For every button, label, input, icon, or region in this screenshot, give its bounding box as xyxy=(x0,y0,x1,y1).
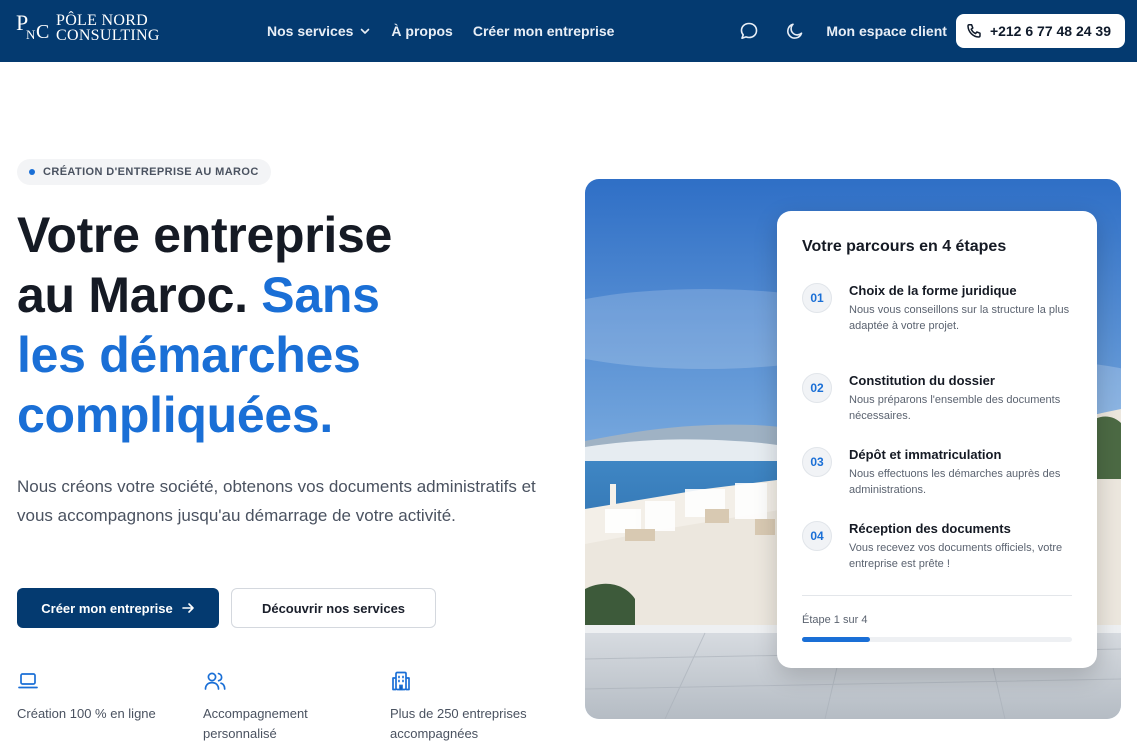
brand-name-line2: CONSULTING xyxy=(56,27,160,44)
hero-badge: CRÉATION D'ENTREPRISE AU MAROC xyxy=(17,159,271,185)
step-description: Vous recevez vos documents officiels, vo… xyxy=(849,542,1063,570)
nav-link-services[interactable]: Nos services xyxy=(267,23,371,39)
card-divider xyxy=(802,595,1072,596)
users-icon xyxy=(204,672,226,690)
hero-title: Votre entreprise au Maroc. Sans les déma… xyxy=(17,207,392,443)
client-area-link[interactable]: Mon espace client xyxy=(826,23,947,39)
moon-icon[interactable] xyxy=(784,20,806,42)
arrow-right-icon xyxy=(181,603,194,613)
steps-card: Votre parcours en 4 étapes 01 Choix de l… xyxy=(777,211,1097,668)
step-number: 04 xyxy=(802,521,832,551)
step-title: Dépôt et immatriculation xyxy=(849,447,1002,462)
logo-wordmark: PÔLE NORD CONSULTING xyxy=(56,12,160,44)
chevron-down-icon xyxy=(361,28,370,34)
step-description: Nous préparons l'ensemble des documents … xyxy=(849,394,1061,422)
step-description: Nous vous conseillons sur la structure l… xyxy=(849,304,1070,332)
main-menu: Nos services À propos Créer mon entrepri… xyxy=(267,0,614,62)
discover-services-button[interactable]: Découvrir nos services xyxy=(231,588,436,628)
progress-bar xyxy=(802,637,1072,642)
step-title: Réception des documents xyxy=(849,521,1011,536)
building-icon xyxy=(392,671,410,691)
feature-companies: Plus de 250 entreprises accompagnées xyxy=(390,668,570,744)
progress-label: Étape 1 sur 4 xyxy=(802,614,868,626)
step-number: 01 xyxy=(802,283,832,313)
step-number: 02 xyxy=(802,373,832,403)
step-title: Choix de la forme juridique xyxy=(849,283,1017,298)
create-company-button[interactable]: Créer mon entreprise xyxy=(17,588,219,628)
chat-bubble-icon[interactable] xyxy=(738,20,760,42)
top-navbar: P N C PÔLE NORD CONSULTING Nos services … xyxy=(0,0,1137,62)
nav-link-create-company[interactable]: Créer mon entreprise xyxy=(473,23,615,39)
laptop-icon xyxy=(18,673,38,689)
nav-link-about[interactable]: À propos xyxy=(391,23,452,39)
step-number: 03 xyxy=(802,447,832,477)
brand-name-line1: PÔLE NORD xyxy=(56,12,149,29)
nav-actions: Mon espace client +212 6 77 48 24 39 xyxy=(738,0,1125,62)
hero-description: Nous créons votre société, obtenons vos … xyxy=(17,477,536,525)
step-title: Constitution du dossier xyxy=(849,373,995,388)
badge-dot xyxy=(29,169,35,175)
feature-support: Accompagnement personnalisé xyxy=(203,668,383,744)
steps-card-title: Votre parcours en 4 étapes xyxy=(802,238,1007,255)
phone-icon xyxy=(967,24,981,38)
step-description: Nous effectuons les démarches auprès des… xyxy=(849,468,1061,496)
brand-logo[interactable]: P N C PÔLE NORD CONSULTING xyxy=(16,12,160,44)
feature-online: Création 100 % en ligne xyxy=(17,668,197,724)
phone-button[interactable]: +212 6 77 48 24 39 xyxy=(955,14,1125,48)
progress-bar-fill xyxy=(802,637,870,642)
logo-monogram: P N C xyxy=(16,10,50,43)
